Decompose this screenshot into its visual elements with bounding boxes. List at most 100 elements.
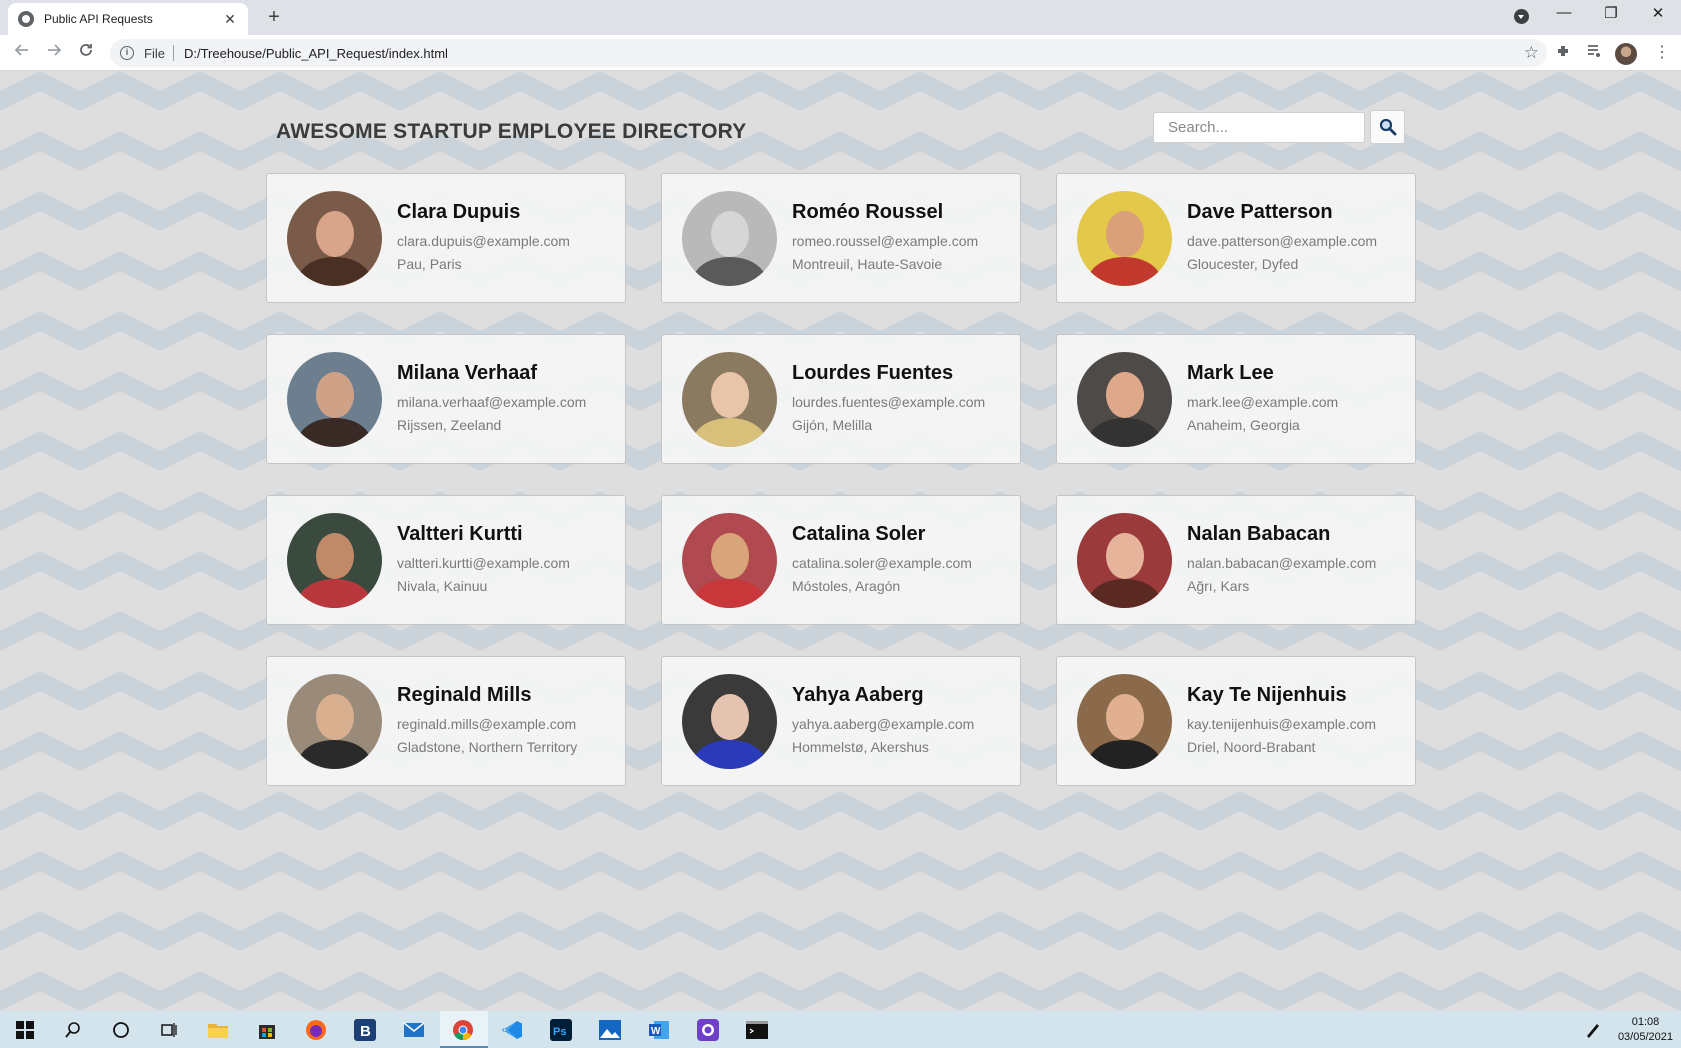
employee-face bbox=[1105, 372, 1144, 418]
employee-card[interactable]: Dave Patterson dave.patterson@example.co… bbox=[1056, 173, 1416, 303]
employee-shoulders bbox=[693, 740, 766, 769]
search-form bbox=[1153, 110, 1405, 144]
employee-photo bbox=[682, 673, 777, 769]
photos-icon[interactable] bbox=[597, 1017, 623, 1043]
employee-shoulders bbox=[298, 579, 371, 608]
tab-title: Public API Requests bbox=[44, 12, 153, 26]
employee-name: Milana Verhaaf bbox=[397, 361, 538, 384]
employee-gallery: Clara Dupuis clara.dupuis@example.com Pa… bbox=[266, 173, 1416, 786]
omnibox-divider bbox=[172, 45, 174, 61]
employee-photo bbox=[1077, 512, 1172, 608]
browser-tab[interactable]: Public API Requests ✕ bbox=[8, 3, 248, 35]
employee-email: yahya.aaberg@example.com bbox=[792, 715, 975, 732]
employee-card[interactable]: Clara Dupuis clara.dupuis@example.com Pa… bbox=[266, 173, 626, 303]
employee-card[interactable]: Mark Lee mark.lee@example.com Anaheim, G… bbox=[1056, 334, 1416, 464]
employee-photo bbox=[287, 512, 382, 608]
close-window-button[interactable]: ✕ bbox=[1643, 4, 1673, 22]
employee-name: Dave Patterson bbox=[1187, 200, 1333, 223]
search-button[interactable] bbox=[1370, 110, 1405, 144]
employee-face bbox=[315, 694, 354, 740]
bookmark-star-icon[interactable]: ☆ bbox=[1524, 43, 1539, 63]
employee-name: Roméo Roussel bbox=[792, 200, 944, 223]
extensions-icon[interactable] bbox=[1552, 43, 1574, 64]
minimize-button[interactable]: — bbox=[1549, 4, 1579, 21]
employee-location: Gloucester, Dyfed bbox=[1187, 255, 1299, 272]
employee-info: Dave Patterson dave.patterson@example.co… bbox=[1187, 201, 1377, 276]
store-icon[interactable] bbox=[254, 1017, 280, 1043]
cortana-icon[interactable] bbox=[108, 1017, 134, 1043]
employee-card[interactable]: Catalina Soler catalina.soler@example.co… bbox=[661, 495, 1021, 625]
employee-name: Valtteri Kurtti bbox=[397, 522, 523, 545]
taskbar-clock[interactable]: 01:08 03/05/2021 bbox=[1618, 1015, 1673, 1045]
vscode-icon[interactable] bbox=[499, 1017, 525, 1043]
employee-shoulders bbox=[1088, 257, 1161, 286]
windows-start-icon[interactable] bbox=[12, 1017, 38, 1043]
search-icon bbox=[1379, 118, 1396, 136]
search-input[interactable] bbox=[1153, 112, 1365, 143]
employee-name: Catalina Soler bbox=[792, 522, 926, 545]
employee-name: Yahya Aaberg bbox=[792, 683, 924, 706]
reload-icon[interactable] bbox=[74, 41, 98, 65]
employee-photo bbox=[1077, 190, 1172, 286]
employee-info: Kay Te Nijenhuis kay.tenijenhuis@example… bbox=[1187, 684, 1376, 759]
search-icon[interactable] bbox=[60, 1017, 86, 1043]
employee-email: dave.patterson@example.com bbox=[1187, 232, 1378, 249]
employee-face bbox=[315, 372, 354, 418]
terminal-icon[interactable] bbox=[744, 1017, 770, 1043]
more-menu-icon[interactable]: ⋮ bbox=[1654, 42, 1670, 62]
employee-shoulders bbox=[298, 257, 371, 286]
clock-time: 01:08 bbox=[1631, 1016, 1660, 1028]
employee-email: valtteri.kurtti@example.com bbox=[397, 554, 570, 571]
employee-name: Nalan Babacan bbox=[1187, 522, 1331, 545]
employee-shoulders bbox=[693, 579, 766, 608]
employee-email: clara.dupuis@example.com bbox=[397, 232, 570, 249]
new-tab-button[interactable]: + bbox=[262, 6, 286, 29]
employee-card[interactable]: Milana Verhaaf milana.verhaaf@example.co… bbox=[266, 334, 626, 464]
employee-email: romeo.roussel@example.com bbox=[792, 232, 979, 249]
media-control-icon[interactable] bbox=[1583, 43, 1605, 64]
employee-email: reginald.mills@example.com bbox=[397, 715, 577, 732]
employee-photo bbox=[682, 512, 777, 608]
github-desktop-icon[interactable] bbox=[695, 1017, 721, 1043]
task-view-icon[interactable] bbox=[156, 1017, 182, 1043]
employee-card[interactable]: Yahya Aaberg yahya.aaberg@example.com Ho… bbox=[661, 656, 1021, 786]
employee-info: Roméo Roussel romeo.roussel@example.com … bbox=[792, 201, 978, 276]
close-tab-icon[interactable]: ✕ bbox=[222, 11, 238, 28]
employee-card[interactable]: Kay Te Nijenhuis kay.tenijenhuis@example… bbox=[1056, 656, 1416, 786]
employee-card[interactable]: Valtteri Kurtti valtteri.kurtti@example.… bbox=[266, 495, 626, 625]
firefox-icon[interactable] bbox=[303, 1017, 329, 1043]
employee-face bbox=[315, 533, 354, 579]
file-explorer-icon[interactable] bbox=[205, 1017, 231, 1043]
employee-name: Clara Dupuis bbox=[397, 200, 521, 223]
bootstrap-studio-icon[interactable]: B bbox=[352, 1017, 378, 1043]
info-icon[interactable]: i bbox=[120, 46, 134, 60]
employee-location: Driel, Noord-Brabant bbox=[1187, 738, 1316, 755]
tab-search-icon[interactable] bbox=[1514, 9, 1529, 24]
photoshop-icon[interactable]: Ps bbox=[548, 1017, 574, 1043]
pen-icon[interactable] bbox=[1580, 1017, 1606, 1043]
employee-card[interactable]: Reginald Mills reginald.mills@example.co… bbox=[266, 656, 626, 786]
employee-photo bbox=[682, 351, 777, 447]
employee-card[interactable]: Roméo Roussel romeo.roussel@example.com … bbox=[661, 173, 1021, 303]
chrome-icon[interactable] bbox=[450, 1017, 476, 1043]
employee-card[interactable]: Nalan Babacan nalan.babacan@example.com … bbox=[1056, 495, 1416, 625]
employee-info: Mark Lee mark.lee@example.com Anaheim, G… bbox=[1187, 362, 1338, 437]
word-icon[interactable]: W bbox=[646, 1017, 672, 1043]
svg-text:W: W bbox=[651, 1026, 661, 1037]
browser-toolbar: i File D:/Treehouse/Public_API_Request/i… bbox=[0, 35, 1681, 71]
employee-location: Anaheim, Georgia bbox=[1187, 416, 1300, 433]
employee-shoulders bbox=[1088, 418, 1161, 447]
mail-icon[interactable] bbox=[401, 1017, 427, 1043]
employee-face bbox=[1105, 211, 1144, 257]
employee-photo bbox=[682, 190, 777, 286]
employee-photo bbox=[287, 351, 382, 447]
profile-avatar[interactable] bbox=[1615, 43, 1637, 65]
forward-icon[interactable] bbox=[42, 41, 66, 65]
employee-card[interactable]: Lourdes Fuentes lourdes.fuentes@example.… bbox=[661, 334, 1021, 464]
employee-email: kay.tenijenhuis@example.com bbox=[1187, 715, 1377, 732]
employee-info: Nalan Babacan nalan.babacan@example.com … bbox=[1187, 523, 1376, 598]
back-icon[interactable] bbox=[10, 41, 34, 65]
address-bar[interactable]: i File D:/Treehouse/Public_API_Request/i… bbox=[110, 39, 1547, 67]
restore-button[interactable]: ❐ bbox=[1596, 4, 1626, 22]
omnibox-url[interactable]: D:/Treehouse/Public_API_Request/index.ht… bbox=[184, 46, 448, 61]
